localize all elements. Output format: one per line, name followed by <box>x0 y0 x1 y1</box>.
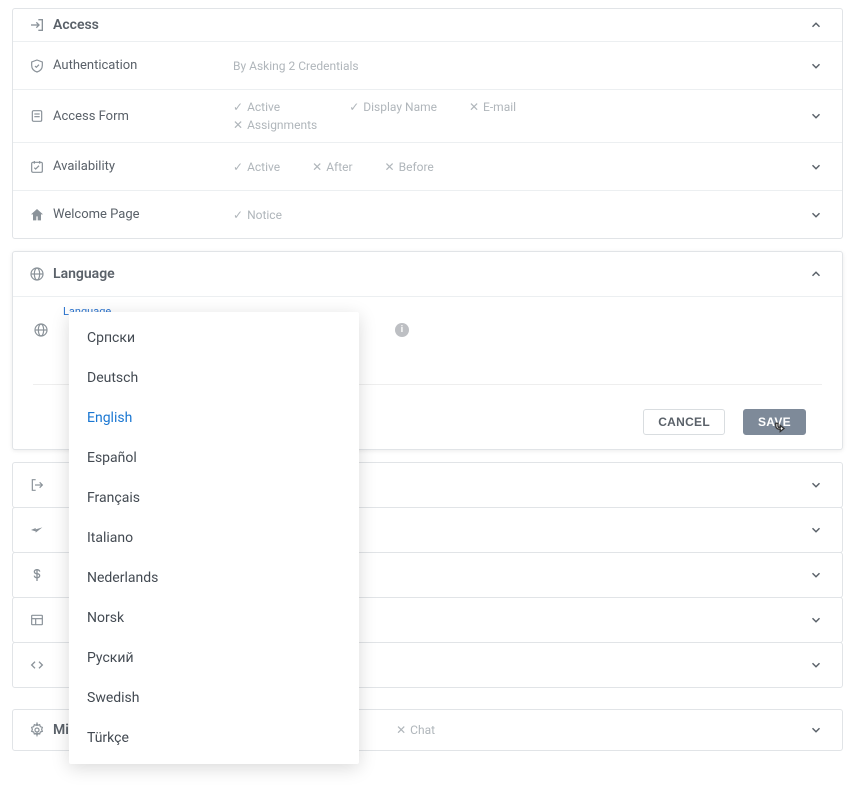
chevron-up-icon <box>806 18 826 32</box>
chevron-down-icon <box>806 59 826 73</box>
authentication-summary: By Asking 2 Credentials <box>233 59 359 73</box>
layout-icon <box>29 612 53 628</box>
access-form-facts: ✓ Active ✕ Assignments ✓ Display Name ✕ … <box>233 100 806 132</box>
fact-avail-before: ✕ Before <box>385 160 434 174</box>
chevron-down-icon <box>806 658 826 672</box>
gear-icon <box>29 722 53 738</box>
language-option[interactable]: Swedish <box>69 678 359 718</box>
row-authentication[interactable]: Authentication By Asking 2 Credentials <box>13 41 842 89</box>
chevron-down-icon <box>806 613 826 627</box>
fact-active: ✓ Active <box>233 100 317 114</box>
fact-notice: ✓ Notice <box>233 208 282 222</box>
save-button[interactable]: SAVE <box>743 409 806 435</box>
misc-chat-fact: ✕ Chat <box>396 723 435 737</box>
dollar-icon <box>29 567 53 583</box>
availability-facts: ✓ Active ✕ After ✕ Before <box>233 160 806 174</box>
globe-icon <box>33 322 53 338</box>
access-panel: Access Authentication By Asking 2 Creden… <box>12 8 843 239</box>
logout-icon <box>29 477 53 493</box>
language-option[interactable]: Руский <box>69 638 359 678</box>
chevron-down-icon <box>806 109 826 123</box>
chevron-down-icon <box>806 723 826 737</box>
chevron-down-icon <box>806 160 826 174</box>
access-title: Access <box>53 17 99 33</box>
chevron-down-icon <box>806 478 826 492</box>
share-icon <box>29 522 53 538</box>
language-panel: Language Language i CANCEL SAVE Српски D… <box>12 251 843 450</box>
language-option[interactable]: Norsk <box>69 598 359 638</box>
chevron-down-icon <box>806 568 826 582</box>
language-dropdown: Српски Deutsch English Español Français … <box>69 312 359 764</box>
shield-icon <box>29 58 53 74</box>
info-icon[interactable]: i <box>395 323 409 337</box>
welcome-label: Welcome Page <box>53 207 233 222</box>
calendar-icon <box>29 159 53 175</box>
chevron-up-icon <box>806 267 826 281</box>
language-option[interactable]: Српски <box>69 318 359 358</box>
row-availability[interactable]: Availability ✓ Active ✕ After ✕ Before <box>13 142 842 190</box>
language-option-selected[interactable]: English <box>69 398 359 438</box>
language-option[interactable]: Nederlands <box>69 558 359 598</box>
language-option[interactable]: Türkçe <box>69 718 359 758</box>
fact-assignments: ✕ Assignments <box>233 118 317 132</box>
access-icon <box>29 17 53 33</box>
home-icon <box>29 207 53 223</box>
language-option[interactable]: Deutsch <box>69 358 359 398</box>
language-header[interactable]: Language <box>13 252 842 296</box>
fact-avail-active: ✓ Active <box>233 160 280 174</box>
fact-display-name: ✓ Display Name <box>349 100 437 114</box>
access-form-label: Access Form <box>53 109 233 124</box>
fact-email: ✕ E-mail <box>469 100 516 114</box>
language-option[interactable]: Français <box>69 478 359 518</box>
access-header[interactable]: Access <box>13 9 842 41</box>
availability-label: Availability <box>53 159 233 174</box>
language-option[interactable]: Italiano <box>69 518 359 558</box>
chevron-down-icon <box>806 208 826 222</box>
form-icon <box>29 108 53 124</box>
row-welcome[interactable]: Welcome Page ✓ Notice <box>13 190 842 238</box>
cancel-button[interactable]: CANCEL <box>643 409 725 435</box>
authentication-label: Authentication <box>53 58 233 73</box>
globe-icon <box>29 266 53 282</box>
chevron-down-icon <box>806 523 826 537</box>
language-option[interactable]: Español <box>69 438 359 478</box>
language-title: Language <box>53 266 115 282</box>
code-icon <box>29 657 53 673</box>
row-access-form[interactable]: Access Form ✓ Active ✕ Assignments ✓ Dis… <box>13 89 842 142</box>
fact-avail-after: ✕ After <box>312 160 352 174</box>
